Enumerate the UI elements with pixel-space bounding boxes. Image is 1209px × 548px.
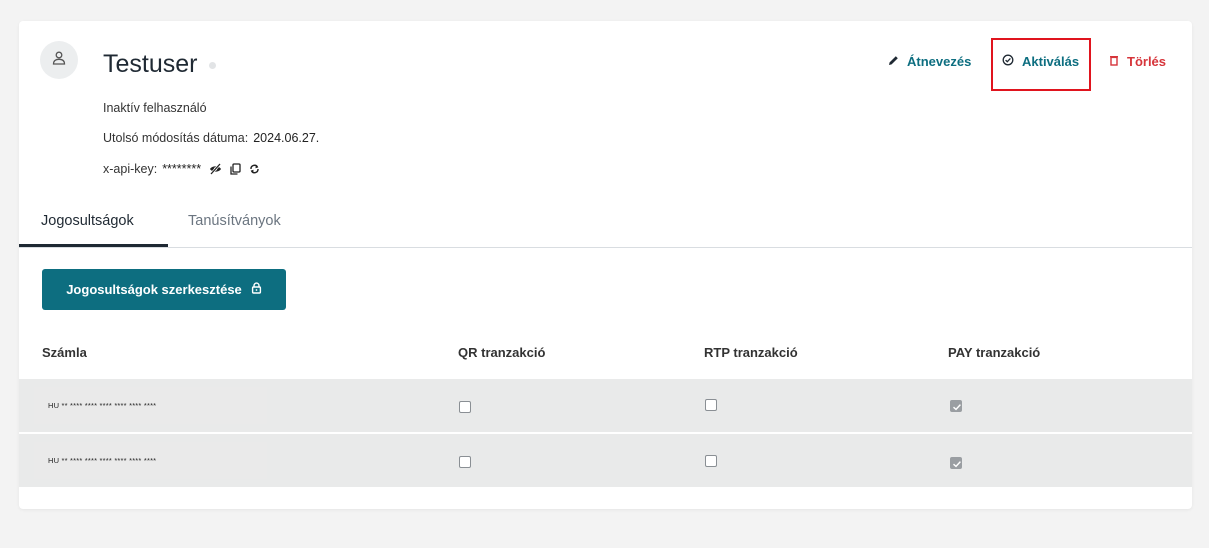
user-icon [51,50,67,71]
rtp-checkbox[interactable] [705,455,717,467]
delete-button[interactable]: Törlés [1109,54,1166,69]
user-detail-card: Testuser Inaktív felhasználó Utolsó módo… [19,21,1192,509]
user-status: Inaktív felhasználó [103,101,207,115]
rtp-checkbox[interactable] [705,399,717,411]
active-tab-indicator [19,244,168,247]
delete-label: Törlés [1127,54,1167,69]
refresh-icon[interactable] [249,163,260,175]
tab-permissions[interactable]: Jogosultságok [41,213,134,229]
column-header-qr: QR tranzakció [458,345,546,360]
eye-off-icon[interactable] [209,163,222,175]
api-key-row: x-api-key: ******** [103,162,260,176]
column-header-account: Számla [42,345,87,360]
modified-value: 2024.06.27. [253,131,320,145]
tab-certificates[interactable]: Tanúsítványok [188,213,281,229]
pay-checkbox[interactable] [950,400,962,412]
lock-icon [242,282,262,297]
edit-permissions-button[interactable]: Jogosultságok szerkesztése [42,269,286,310]
status-dot [209,62,217,69]
qr-checkbox[interactable] [459,401,471,413]
modified-label: Utolsó módosítás dátuma: [103,131,249,145]
api-key-value: ******** [162,162,202,176]
status-text: Inaktív felhasználó [103,101,207,115]
table-row: HU ** **** **** **** **** **** **** [19,379,1192,432]
rename-label: Átnevezés [907,54,972,69]
highlight-box [991,38,1091,91]
avatar [40,41,78,79]
table-row: HU ** **** **** **** **** **** **** [19,434,1192,487]
qr-checkbox[interactable] [459,456,471,468]
copy-icon[interactable] [230,163,241,175]
column-header-pay: PAY tranzakció [948,345,1041,360]
trash-icon [1109,54,1127,69]
column-header-rtp: RTP tranzakció [704,345,798,360]
account-cell: HU ** **** **** **** **** **** **** [34,387,267,424]
pay-checkbox[interactable] [950,457,962,469]
api-key-label: x-api-key: [103,162,158,176]
pencil-icon [888,54,907,69]
rename-button[interactable]: Átnevezés [888,54,971,69]
account-cell: HU ** **** **** **** **** **** **** [34,442,267,479]
edit-permissions-label: Jogosultságok szerkesztése [66,282,242,297]
user-name: Testuser [103,50,198,78]
page-title: Testuser [103,49,217,79]
modified-info: Utolsó módosítás dátuma: 2024.06.27. [103,131,319,145]
tab-bar: Jogosultságok Tanúsítványok [19,207,1192,248]
